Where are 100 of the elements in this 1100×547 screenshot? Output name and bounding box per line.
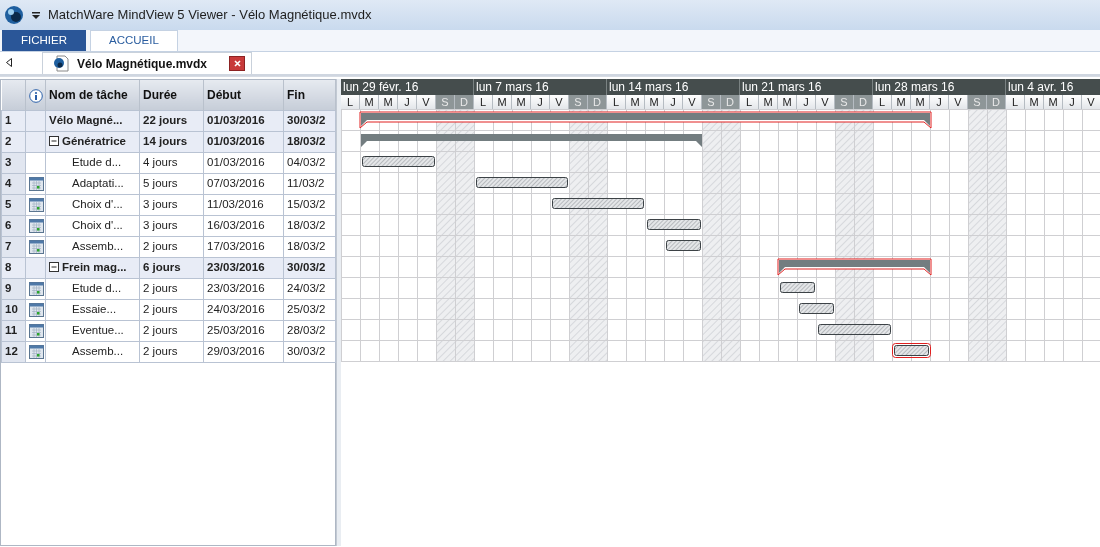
day-header: V xyxy=(1082,95,1100,109)
document-icon xyxy=(53,55,69,72)
table-cell: 2 jours xyxy=(139,341,204,362)
table-cell: 17/03/2016 xyxy=(203,236,284,257)
day-header: D xyxy=(455,95,474,109)
row-number: 12 xyxy=(1,341,26,362)
day-header: D xyxy=(987,95,1006,109)
day-header: L xyxy=(1006,95,1025,109)
day-header: M xyxy=(778,95,797,109)
day-header: J xyxy=(797,95,816,109)
row-number: 3 xyxy=(1,152,26,173)
day-header: M xyxy=(493,95,512,109)
table-cell: 24/03/2016 xyxy=(203,299,284,320)
table-cell: 29/03/2016 xyxy=(203,341,284,362)
document-tab[interactable]: Vélo Magnétique.mvdx xyxy=(42,52,253,74)
table-cell: 23/03/2016 xyxy=(203,278,284,299)
column-header[interactable]: Nom de tâche xyxy=(45,80,140,110)
app-logo-icon xyxy=(4,5,24,25)
day-header: S xyxy=(702,95,721,109)
row-number: 5 xyxy=(1,194,26,215)
day-header: J xyxy=(1063,95,1082,109)
table-cell: 16/03/2016 xyxy=(203,215,284,236)
table-cell: 2 jours xyxy=(139,278,204,299)
left-arrow-icon[interactable] xyxy=(6,58,12,67)
row-number: 11 xyxy=(1,320,26,341)
table-cell: 30/03/2 xyxy=(283,110,336,131)
week-header: lun 28 mars 16 xyxy=(873,79,1006,95)
day-header: V xyxy=(816,95,835,109)
table-cell: 2 jours xyxy=(139,299,204,320)
day-header: S xyxy=(569,95,588,109)
day-header: V xyxy=(949,95,968,109)
day-header: M xyxy=(911,95,930,109)
table-cell: 3 jours xyxy=(139,215,204,236)
day-header: V xyxy=(550,95,569,109)
table-cell: 25/03/2016 xyxy=(203,320,284,341)
column-header[interactable]: Début xyxy=(203,80,284,110)
close-icon xyxy=(233,60,241,67)
row-number: 1 xyxy=(1,110,26,131)
day-header: L xyxy=(873,95,892,109)
table-cell: 01/03/2016 xyxy=(203,152,284,173)
table-cell: 18/03/2 xyxy=(283,236,336,257)
row-number: 2 xyxy=(1,131,26,152)
day-header: J xyxy=(398,95,417,109)
ribbon-tab[interactable]: FICHIER xyxy=(2,30,86,51)
day-header: L xyxy=(474,95,493,109)
week-header: lun 21 mars 16 xyxy=(740,79,873,95)
collapse-icon[interactable] xyxy=(49,135,59,146)
table-cell: 3 jours xyxy=(139,194,204,215)
table-cell: 01/03/2016 xyxy=(203,110,284,131)
day-header: J xyxy=(531,95,550,109)
row-number: 8 xyxy=(1,257,26,278)
table-cell: 28/03/2 xyxy=(283,320,336,341)
row-number: 6 xyxy=(1,215,26,236)
day-header: S xyxy=(968,95,987,109)
day-header: L xyxy=(740,95,759,109)
dropdown-icon[interactable] xyxy=(32,12,40,20)
day-header: J xyxy=(930,95,949,109)
week-header: lun 4 avr. 16 xyxy=(1006,79,1100,95)
close-button[interactable] xyxy=(229,56,246,71)
row-number: 7 xyxy=(1,236,26,257)
day-header: M xyxy=(759,95,778,109)
day-header: V xyxy=(417,95,436,109)
day-header: M xyxy=(360,95,379,109)
day-header: S xyxy=(436,95,455,109)
table-cell: 11/03/2 xyxy=(283,173,336,194)
table-cell: 18/03/2 xyxy=(283,215,336,236)
table-cell: 4 jours xyxy=(139,152,204,173)
table-cell: 24/03/2 xyxy=(283,278,336,299)
table-cell: 04/03/2 xyxy=(283,152,336,173)
table-cell: 2 jours xyxy=(139,236,204,257)
day-header: D xyxy=(854,95,873,109)
day-header: M xyxy=(1044,95,1063,109)
day-header: M xyxy=(892,95,911,109)
ribbon-tab[interactable]: ACCUEIL xyxy=(90,30,178,51)
table-cell: 30/03/2 xyxy=(283,341,336,362)
week-header: lun 7 mars 16 xyxy=(474,79,607,95)
collapse-icon[interactable] xyxy=(49,261,59,272)
week-header: lun 29 févr. 16 xyxy=(341,79,474,95)
day-header: D xyxy=(588,95,607,109)
row-number: 9 xyxy=(1,278,26,299)
table-cell: 22 jours xyxy=(139,110,204,131)
table-cell: 25/03/2 xyxy=(283,299,336,320)
day-header: J xyxy=(664,95,683,109)
table-cell: 11/03/2016 xyxy=(203,194,284,215)
info-icon xyxy=(29,88,43,103)
table-cell: 15/03/2 xyxy=(283,194,336,215)
column-header[interactable]: Fin xyxy=(283,80,336,110)
day-header: L xyxy=(341,95,360,109)
day-header: L xyxy=(607,95,626,109)
day-header: M xyxy=(379,95,398,109)
column-header[interactable]: Durée xyxy=(139,80,204,110)
table-cell: 2 jours xyxy=(139,320,204,341)
day-header: M xyxy=(1025,95,1044,109)
window-title: MatchWare MindView 5 Viewer - Vélo Magnétique.mvdx xyxy=(48,6,372,25)
row-number: 4 xyxy=(1,173,26,194)
day-header: D xyxy=(721,95,740,109)
table-cell: 5 jours xyxy=(139,173,204,194)
row-number: 10 xyxy=(1,299,26,320)
day-header: V xyxy=(683,95,702,109)
day-header: S xyxy=(835,95,854,109)
